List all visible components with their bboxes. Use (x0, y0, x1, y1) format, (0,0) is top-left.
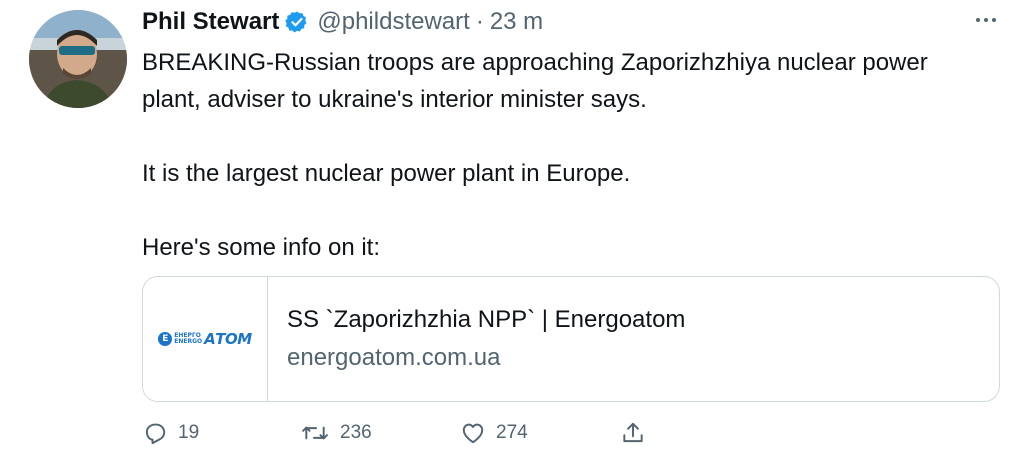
tweet-timestamp[interactable]: 23 m (490, 8, 543, 36)
logo-circle: Е (158, 332, 173, 346)
share-icon (623, 422, 643, 443)
link-card[interactable]: Е ЕНЕРГО ENERGO АТОМ SS `Zaporizhzhia NP… (142, 276, 1000, 402)
card-body: SS `Zaporizhzhia NPP` | Energoatom energ… (268, 277, 685, 401)
energoatom-logo: Е ЕНЕРГО ENERGO АТОМ (158, 330, 252, 348)
profile-photo-icon (29, 10, 127, 108)
card-domain: energoatom.com.ua (287, 344, 501, 371)
tweet-actions: 19 236 274 (142, 418, 662, 448)
tweet: Phil Stewart @phildstewart · 23 m BREAKI… (0, 0, 1024, 467)
retweet-button[interactable]: 236 (300, 418, 372, 448)
separator-dot: · (475, 8, 484, 35)
tweet-paragraph: It is the largest nuclear power plant in… (142, 160, 631, 187)
tweet-paragraph: BREAKING-Russian troops are approaching … (142, 49, 928, 113)
card-thumbnail: Е ЕНЕРГО ENERGO АТОМ (143, 277, 268, 401)
like-button[interactable]: 274 (460, 418, 528, 448)
card-title: SS `Zaporizhzhia NPP` | Energoatom (287, 306, 686, 333)
reply-count: 19 (178, 422, 200, 443)
share-button[interactable] (620, 418, 646, 448)
retweet-count: 236 (340, 422, 372, 443)
reply-button[interactable]: 19 (142, 418, 199, 448)
like-count: 274 (496, 422, 528, 443)
tweet-header: Phil Stewart @phildstewart · 23 m (142, 6, 543, 38)
retweet-icon (302, 426, 328, 440)
tweet-text: BREAKING-Russian troops are approaching … (142, 44, 982, 266)
tweet-paragraph: Here's some info on it: (142, 234, 381, 261)
verified-badge-icon (285, 10, 309, 34)
author-name[interactable]: Phil Stewart (142, 8, 279, 36)
avatar[interactable] (29, 10, 127, 108)
logo-big-text: АТОМ (204, 330, 252, 348)
author-handle[interactable]: @phildstewart (317, 8, 469, 36)
more-options-icon[interactable] (969, 10, 1003, 30)
reply-icon (145, 423, 166, 445)
logo-small-bottom: ENERGO (174, 338, 203, 345)
logo-small-text: ЕНЕРГО ENERGO (174, 333, 202, 345)
heart-icon (462, 423, 484, 444)
